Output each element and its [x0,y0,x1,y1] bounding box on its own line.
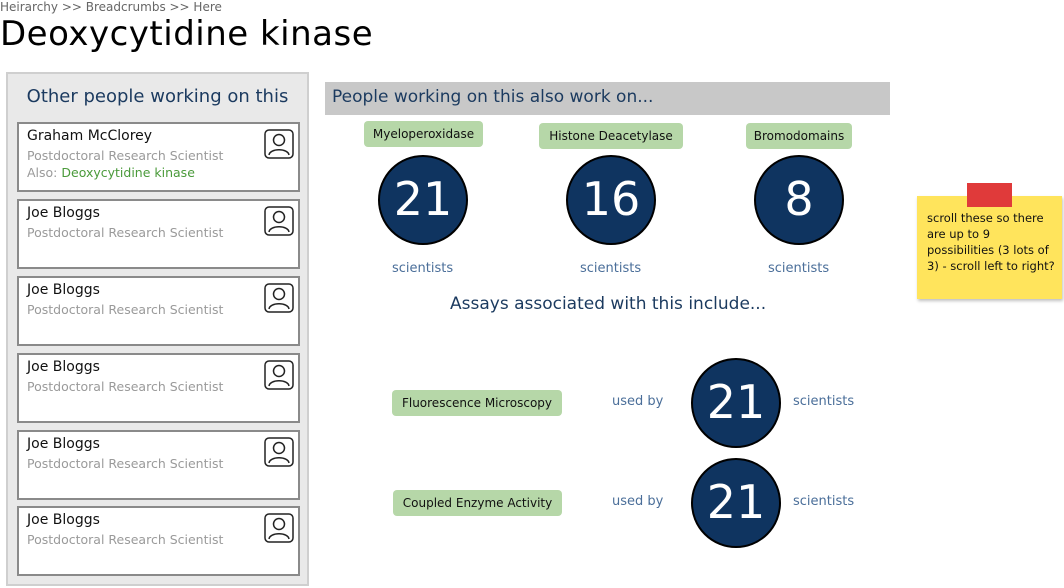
person-name[interactable]: Joe Bloggs [27,512,100,528]
sticky-note: scroll these so there are up to 9 possib… [917,196,1062,299]
person-role: Postdoctoral Research Scientist [27,225,224,240]
count-unit: scientists [392,261,454,276]
used-by-label: used by [612,394,664,409]
sticky-tape [967,183,1012,207]
person-name[interactable]: Joe Bloggs [27,282,100,298]
other-people-panel: Other people working on this Graham McCl… [6,72,309,586]
person-card[interactable]: Graham McClorey Postdoctoral Research Sc… [17,122,300,192]
count-unit: scientists [793,494,855,509]
avatar-icon[interactable] [264,360,294,390]
assay-tag[interactable]: Fluorescence Microscopy [392,390,562,416]
person-role: Postdoctoral Research Scientist [27,532,224,547]
avatar-icon[interactable] [264,129,294,159]
assay-count-circle[interactable]: 21 [691,358,781,448]
person-card[interactable]: Joe Bloggs Postdoctoral Research Scienti… [17,430,300,500]
page-title: Deoxycytidine kinase [0,14,374,54]
used-by-label: used by [612,494,664,509]
scientist-count-circle[interactable]: 16 [566,155,656,245]
topic-tag[interactable]: Bromodomains [746,123,852,149]
person-role: Postdoctoral Research Scientist [27,302,224,317]
person-card[interactable]: Joe Bloggs Postdoctoral Research Scienti… [17,276,300,346]
person-card[interactable]: Joe Bloggs Postdoctoral Research Scienti… [17,353,300,423]
avatar-icon[interactable] [264,513,294,543]
other-people-heading: Other people working on this [26,86,289,107]
person-role: Postdoctoral Research Scientist [27,148,224,163]
topic-tag[interactable]: Myeloperoxidase [364,121,483,147]
person-card[interactable]: Joe Bloggs Postdoctoral Research Scienti… [17,199,300,269]
avatar-icon[interactable] [264,206,294,236]
person-name[interactable]: Joe Bloggs [27,205,100,221]
also-link[interactable]: Deoxycytidine kinase [61,165,195,180]
count-unit: scientists [580,261,642,276]
assays-heading: Assays associated with this include... [450,294,767,314]
person-role: Postdoctoral Research Scientist [27,456,224,471]
sticky-note-text: scroll these so there are up to 9 possib… [927,211,1055,273]
person-card[interactable]: Joe Bloggs Postdoctoral Research Scienti… [17,506,300,576]
avatar-icon[interactable] [264,437,294,467]
avatar-icon[interactable] [264,283,294,313]
scientist-count-circle[interactable]: 21 [378,155,468,245]
assay-tag[interactable]: Coupled Enzyme Activity [393,490,562,516]
count-unit: scientists [768,261,830,276]
also-label: Also: [27,165,62,180]
assay-count-circle[interactable]: 21 [691,458,781,548]
also-work-header: People working on this also work on... [325,82,890,115]
topic-tag[interactable]: Histone Deacetylase [539,123,683,149]
person-role: Postdoctoral Research Scientist [27,379,224,394]
person-name[interactable]: Joe Bloggs [27,436,100,452]
also-work-heading: People working on this also work on... [332,87,654,107]
scientist-count-circle[interactable]: 8 [754,155,844,245]
person-name[interactable]: Graham McClorey [27,128,152,144]
person-name[interactable]: Joe Bloggs [27,359,100,375]
person-also: Also: Deoxycytidine kinase [27,165,195,180]
count-unit: scientists [793,394,855,409]
breadcrumb[interactable]: Heirarchy >> Breadcrumbs >> Here [0,0,222,14]
